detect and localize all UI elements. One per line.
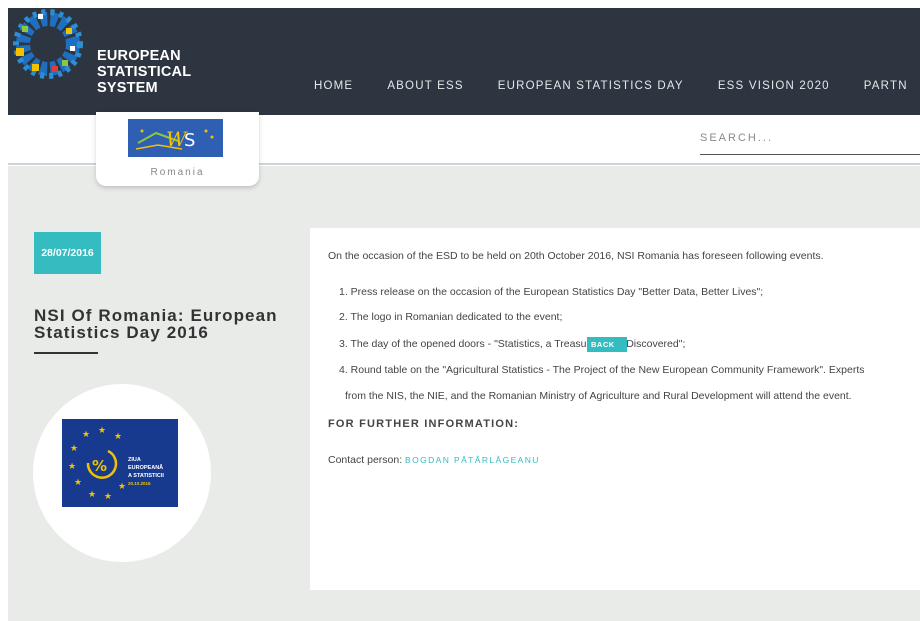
svg-text:★: ★ [104,491,112,501]
date-badge: 28/07/2016 [34,232,101,274]
event-item: 3. The day of the opened doors - "Statis… [339,338,686,350]
article-intro: On the occasion of the ESD to be held on… [328,250,824,262]
search-input[interactable]: SEARCH... [700,129,920,155]
esd-logo-line: 20.10.2016 [128,481,151,486]
event-item: from the NIS, the NIE, and the Romanian … [345,390,852,402]
country-name: Romania [150,167,205,178]
ess-logo-icon[interactable] [8,8,88,88]
country-logo-image: W S [128,119,223,157]
svg-text:★: ★ [98,425,106,435]
main-nav: HOME ABOUT ESS EUROPEAN STATISTICS DAY E… [314,80,920,92]
nav-home[interactable]: HOME [314,80,353,92]
esd-logo-line: A STATISTICII [128,473,164,479]
svg-text:★: ★ [82,429,90,439]
further-info-heading: FOR FURTHER INFORMATION: [328,418,520,430]
contact-person-link[interactable]: BOGDAN PĂTÂRLĂGEANU [405,455,540,465]
title-divider [34,352,98,354]
esd-logo-line: EUROPEANĂ [128,464,163,471]
site-header: EUROPEAN STATISTICAL SYSTEM HOME ABOUT E… [8,8,920,115]
nav-european-statistics-day[interactable]: EUROPEAN STATISTICS DAY [498,80,684,92]
article-content: On the occasion of the ESD to be held on… [310,228,920,590]
logo-line: EUROPEAN [97,48,181,64]
event-item: 4. Round table on the "Agricultural Stat… [339,364,865,376]
svg-text:★: ★ [68,461,76,471]
nav-about-ess[interactable]: ABOUT ESS [387,80,463,92]
contact-label: Contact person: [328,454,406,466]
svg-text:★: ★ [74,477,82,487]
svg-text:%: % [92,457,107,475]
esd-logo-image: ★ ★ ★ ★ ★ ★ ★ ★ ★ % ZIUA EUROPEANĂ A STA… [62,419,178,507]
nav-ess-vision-2020[interactable]: ESS VISION 2020 [718,80,830,92]
contact-line: Contact person: BOGDAN PĂTÂRLĂGEANU [328,454,540,466]
back-button[interactable]: BACK [587,337,627,352]
svg-text:S: S [184,130,195,151]
svg-text:★: ★ [88,489,96,499]
svg-text:★: ★ [70,443,78,453]
article-title: NSI Of Romania: European Statistics Day … [34,306,278,342]
svg-text:★: ★ [114,431,122,441]
svg-text:★: ★ [118,481,126,491]
logo-line: SYSTEM [97,80,158,96]
logo-line: STATISTICAL [97,64,192,80]
nav-partners[interactable]: PARTN [864,80,908,92]
event-item: 2. The logo in Romanian dedicated to the… [339,311,563,323]
country-selector[interactable]: W S Romania [96,112,259,186]
event-item: 1. Press release on the occasion of the … [339,286,764,298]
ess-logo-text[interactable]: EUROPEAN STATISTICAL SYSTEM [97,48,191,96]
esd-logo-line: ZIUA [128,457,141,463]
